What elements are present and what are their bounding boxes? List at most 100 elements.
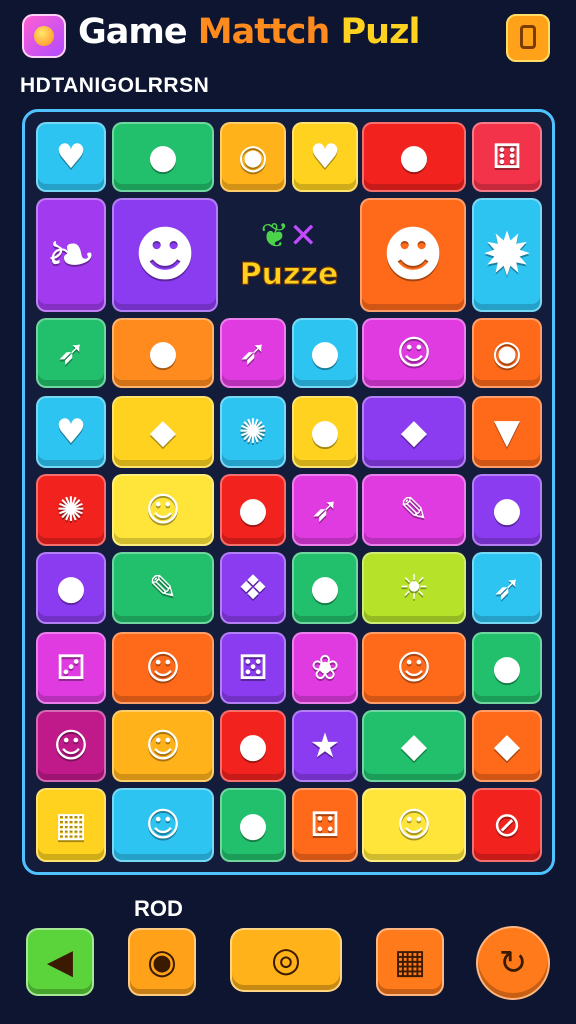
candy-icon: ✺: [238, 412, 268, 452]
ice-cream-icon: ▼: [493, 412, 521, 452]
egg-icon: ❀: [310, 648, 340, 688]
tile-slash[interactable]: ⊘: [472, 788, 542, 862]
tile-smiley[interactable]: ☺: [36, 710, 106, 782]
fish-icon: ◆: [400, 412, 428, 452]
refresh-button[interactable]: ↻: [476, 926, 550, 1000]
star-wand-icon: ★: [309, 726, 341, 766]
menu-button[interactable]: [506, 14, 550, 62]
tile-orb[interactable]: ●: [220, 474, 286, 546]
cube-icon: ⚄: [238, 648, 268, 688]
tile-blob[interactable]: ●: [292, 318, 358, 388]
melon-icon: ●: [56, 568, 86, 608]
tile-purple-blob[interactable]: ●: [112, 122, 214, 192]
subtitle: HDTANIGOLRRSN: [20, 74, 210, 97]
tile-blob[interactable]: ☺: [362, 318, 466, 388]
grid-icon: ▦: [393, 942, 427, 982]
dice-icon: ⚂: [56, 648, 86, 688]
tile-crayon[interactable]: ✎: [112, 552, 214, 624]
tile-rocket[interactable]: ➶: [36, 318, 106, 388]
tile-rocket[interactable]: ➶: [472, 552, 542, 624]
hamster-icon: ●: [399, 137, 429, 177]
tile-dice[interactable]: ⚃: [292, 788, 358, 862]
tile-ring[interactable]: ◉: [472, 318, 542, 388]
tile-ice-cream[interactable]: ▼: [472, 396, 542, 468]
tile-sunfish[interactable]: ☀: [362, 552, 466, 624]
tile-candy[interactable]: ✺: [220, 396, 286, 468]
app-logo-icon: [22, 14, 66, 58]
fish-icon: ◆: [400, 726, 428, 766]
spiral-button[interactable]: ◎: [230, 928, 342, 992]
tile-hamster[interactable]: ●: [362, 122, 466, 192]
tile-planet[interactable]: ●: [220, 710, 286, 782]
tile-fish[interactable]: ☺: [112, 474, 214, 546]
tile-dice[interactable]: ⚅: [472, 122, 542, 192]
apple-icon: ●: [492, 490, 522, 530]
tile-ball[interactable]: ●: [472, 632, 542, 704]
orb-icon: ●: [238, 805, 268, 845]
board-center-logo: ❦✕ Puzze: [222, 198, 356, 312]
tile-fish[interactable]: ◆: [362, 396, 466, 468]
speaker-button[interactable]: ◉: [128, 928, 196, 996]
dice-icon: ⚃: [310, 805, 340, 845]
tile-monster[interactable]: ☺: [362, 632, 466, 704]
tile-ring[interactable]: ◉: [220, 122, 286, 192]
tile-heart[interactable]: ♥: [36, 396, 106, 468]
crab-icon: ☺: [145, 726, 181, 766]
crystal-icon: ◆: [493, 726, 521, 766]
turtle-icon: ●: [310, 568, 340, 608]
tile-fish[interactable]: ◆: [112, 396, 214, 468]
arrow-icon: ➶: [310, 490, 340, 530]
purple-blob-icon: ●: [148, 137, 178, 177]
back-arrow-button[interactable]: ◀: [26, 928, 94, 996]
leaf-icon: ❧: [45, 220, 97, 290]
tile-arrow[interactable]: ➶: [220, 318, 286, 388]
tile-pencil[interactable]: ✎: [362, 474, 466, 546]
tile-crystal[interactable]: ◆: [472, 710, 542, 782]
tile-fox[interactable]: ☻: [360, 198, 466, 312]
tile-hamster[interactable]: ●: [112, 318, 214, 388]
tile-calendar[interactable]: ▦: [36, 788, 106, 862]
tile-leaf[interactable]: ❖: [220, 552, 286, 624]
ring-icon: ◉: [238, 137, 268, 177]
grid-button[interactable]: ▦: [376, 928, 444, 996]
tile-turtle[interactable]: ●: [292, 552, 358, 624]
ring-icon: ◉: [492, 333, 522, 373]
tile-leaf[interactable]: ❧: [36, 198, 106, 312]
sun-icon: ✹: [481, 220, 533, 290]
tile-egg[interactable]: ❀: [292, 632, 358, 704]
smiley-icon: ☺: [53, 726, 89, 766]
tile-balloon[interactable]: ●: [292, 396, 358, 468]
tile-heart[interactable]: ♥: [292, 122, 358, 192]
tile-star-wand[interactable]: ★: [292, 710, 358, 782]
rocket-icon: ➶: [56, 333, 86, 373]
tile-heart[interactable]: ♥: [36, 122, 106, 192]
tile-fish[interactable]: ◆: [362, 710, 466, 782]
blob-icon: ☺: [396, 333, 432, 373]
tile-gear[interactable]: ✺: [36, 474, 106, 546]
spiral-icon: ◎: [271, 940, 301, 980]
tile-orb[interactable]: ●: [220, 788, 286, 862]
dice-icon: ⚅: [492, 137, 522, 177]
tile-arrow[interactable]: ➶: [292, 474, 358, 546]
tile-monster[interactable]: ☺: [112, 788, 214, 862]
fish-icon: ◆: [149, 412, 177, 452]
tile-melon[interactable]: ●: [36, 552, 106, 624]
tile-monster[interactable]: ☺: [362, 788, 466, 862]
speaker-icon: ◉: [147, 942, 177, 982]
monster-icon: ☺: [396, 648, 432, 688]
tile-cube[interactable]: ⚄: [220, 632, 286, 704]
fox-icon: ☻: [381, 220, 445, 290]
tile-dice[interactable]: ⚂: [36, 632, 106, 704]
tile-sun[interactable]: ✹: [472, 198, 542, 312]
tile-crab[interactable]: ☺: [112, 710, 214, 782]
tile-apple[interactable]: ●: [472, 474, 542, 546]
heart-icon: ♥: [309, 137, 341, 177]
tile-bunny[interactable]: ☻: [112, 198, 218, 312]
hamster-icon: ●: [148, 333, 178, 373]
leaf-and-x-icon: ❦✕: [260, 215, 318, 256]
balloon-icon: ●: [310, 412, 340, 452]
heart-icon: ♥: [55, 137, 87, 177]
frog-icon: ☺: [145, 648, 181, 688]
tile-frog[interactable]: ☺: [112, 632, 214, 704]
heart-icon: ♥: [55, 412, 87, 452]
